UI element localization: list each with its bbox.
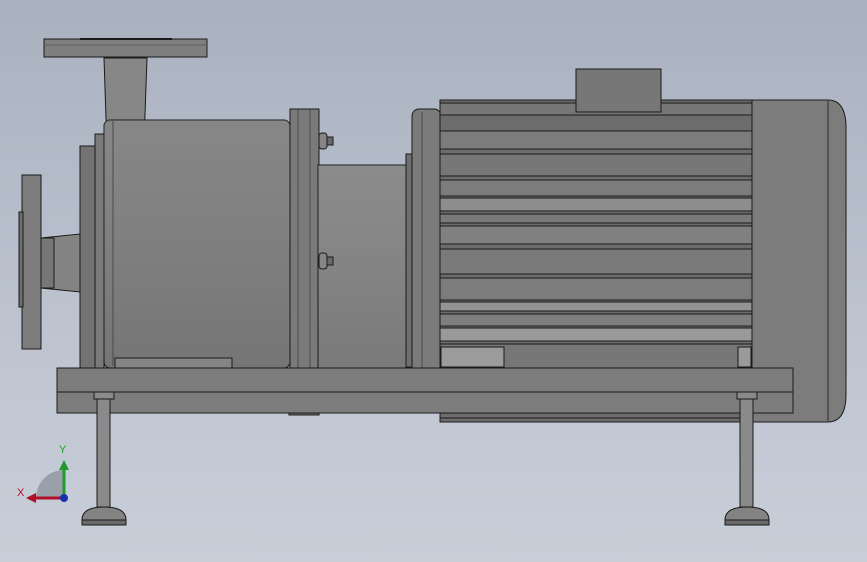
y-axis-arrowhead: [59, 460, 69, 470]
z-axis-dot: [60, 494, 68, 502]
x-axis-arrowhead: [26, 493, 36, 503]
reference-triad: [26, 460, 69, 503]
triad-y-label: Y: [59, 444, 67, 456]
triad-x-label: X: [17, 487, 25, 499]
graphics-viewport[interactable]: Y X: [0, 0, 867, 562]
